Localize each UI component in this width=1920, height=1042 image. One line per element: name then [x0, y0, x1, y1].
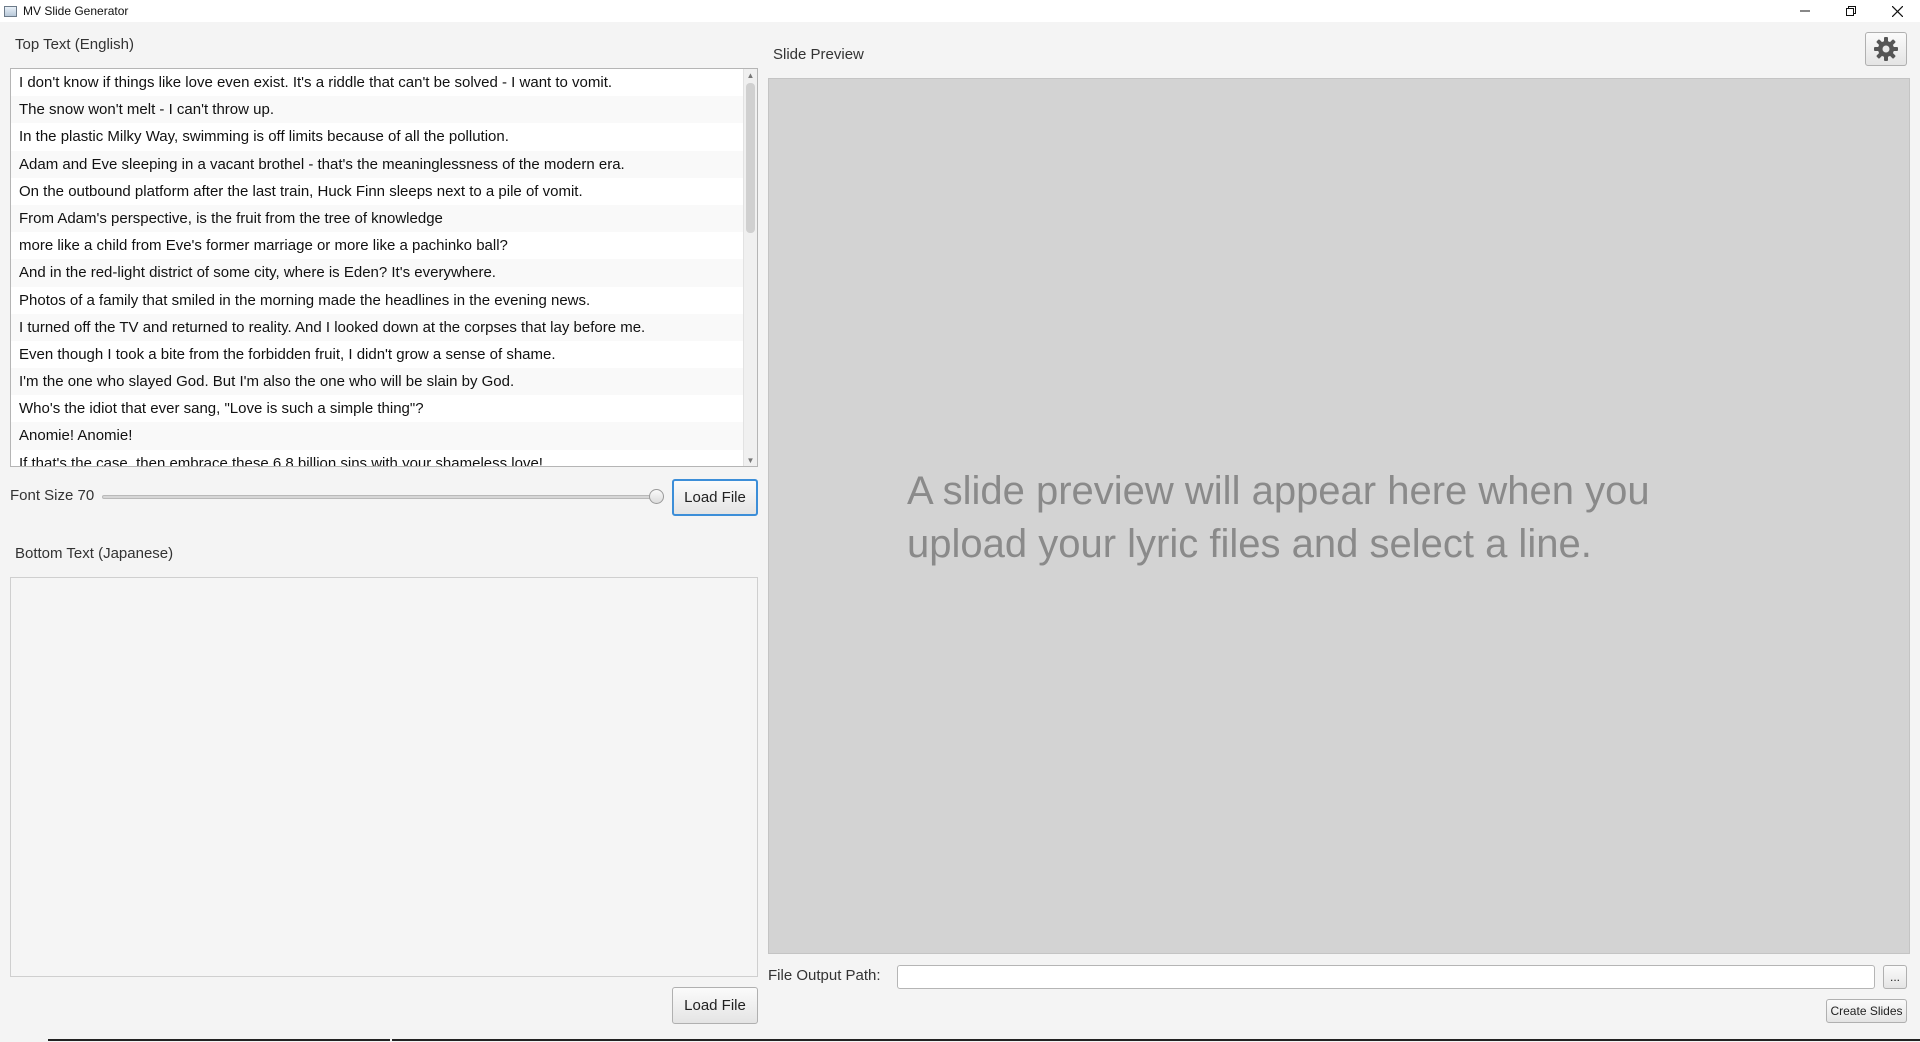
close-button[interactable] [1874, 0, 1920, 22]
vertical-scrollbar[interactable]: ▲ ▼ [743, 69, 757, 466]
bottom-text-label: Bottom Text (Japanese) [15, 545, 174, 562]
file-output-path-label: File Output Path: [768, 967, 881, 984]
bottom-load-file-button[interactable]: Load File [672, 987, 758, 1024]
scroll-up-icon[interactable]: ▲ [744, 69, 757, 81]
window-title: MV Slide Generator [23, 4, 129, 18]
slide-preview-label: Slide Preview [773, 46, 864, 63]
list-item[interactable]: Adam and Eve sleeping in a vacant brothe… [11, 150, 743, 178]
list-item[interactable]: The snow won't melt - I can't throw up. [11, 96, 743, 124]
list-item[interactable]: Even though I took a bite from the forbi… [11, 340, 743, 369]
minimize-icon [1800, 10, 1810, 12]
list-item[interactable]: I don't know if things like love even ex… [11, 69, 743, 97]
gear-icon [1874, 37, 1898, 61]
preview-placeholder-text: A slide preview will appear here when yo… [907, 465, 1807, 571]
close-icon [1891, 5, 1903, 17]
list-item[interactable]: And in the red-light district of some ci… [11, 259, 743, 287]
list-item[interactable]: If that's the case, then embrace these 6… [11, 449, 743, 466]
browse-button[interactable]: ... [1883, 965, 1907, 989]
restore-icon [1846, 6, 1856, 16]
minimize-button[interactable] [1782, 0, 1828, 22]
settings-button[interactable] [1865, 32, 1907, 66]
slide-preview-area: A slide preview will appear here when yo… [768, 78, 1910, 954]
font-size-slider-thumb[interactable] [649, 489, 664, 504]
top-text-list[interactable]: I don't know if things like love even ex… [10, 68, 758, 467]
scrollbar-thumb[interactable] [746, 83, 755, 233]
edge-segment [392, 1039, 1920, 1041]
top-text-rows: I don't know if things like love even ex… [11, 69, 743, 466]
list-item[interactable]: I'm the one who slayed God. But I'm also… [11, 368, 743, 396]
list-item[interactable]: Who's the idiot that ever sang, "Love is… [11, 395, 743, 423]
bottom-edge [0, 1036, 1920, 1042]
title-bar: MV Slide Generator [0, 0, 1920, 22]
file-output-path-input[interactable] [897, 965, 1875, 989]
scroll-down-icon[interactable]: ▼ [744, 454, 757, 466]
list-item[interactable]: On the outbound platform after the last … [11, 177, 743, 205]
font-size-slider-track[interactable] [102, 495, 662, 499]
bottom-text-area[interactable] [10, 577, 758, 977]
preview-placeholder-line-1: A slide preview will appear here when yo… [907, 469, 1650, 513]
font-size-label: Font Size 70 [10, 487, 95, 504]
preview-placeholder-line-2: upload your lyric files and select a lin… [907, 522, 1592, 566]
app-icon [4, 5, 17, 17]
list-item[interactable]: more like a child from Eve's former marr… [11, 232, 743, 260]
top-load-file-button[interactable]: Load File [672, 479, 758, 516]
list-item[interactable]: Anomie! Anomie! [11, 422, 743, 450]
list-item[interactable]: From Adam's perspective, is the fruit fr… [11, 204, 743, 233]
edge-segment [48, 1039, 390, 1041]
list-item[interactable]: Photos of a family that smiled in the mo… [11, 286, 743, 314]
create-slides-button[interactable]: Create Slides [1826, 999, 1907, 1023]
list-item[interactable]: In the plastic Milky Way, swimming is of… [11, 123, 743, 151]
window-controls [1782, 0, 1920, 22]
list-item[interactable]: I turned off the TV and returned to real… [11, 313, 743, 341]
restore-button[interactable] [1828, 0, 1874, 22]
top-text-label: Top Text (English) [15, 36, 134, 53]
